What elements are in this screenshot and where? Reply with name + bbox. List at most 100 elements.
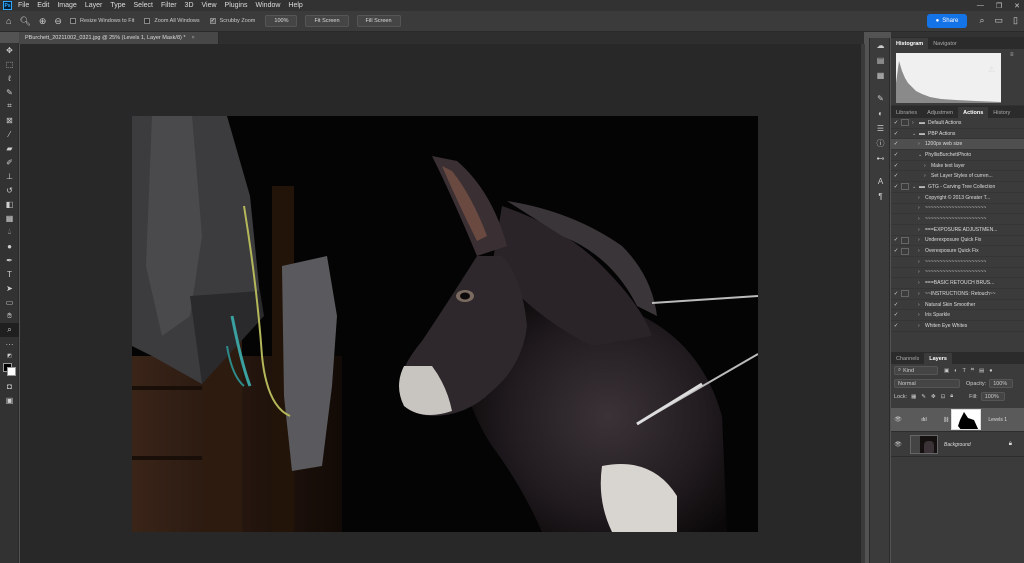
action-row[interactable]: ✓ › Underexposure Quick Fix — [891, 236, 1024, 247]
home-icon[interactable]: ⌂ — [6, 16, 11, 26]
scrubby-zoom-checkbox[interactable]: ✓ Scrubby Zoom — [209, 18, 255, 24]
action-row[interactable]: ✓ › ~~INSTRUCTIONS: Retouch~~ — [891, 289, 1024, 300]
menu-help[interactable]: Help — [288, 2, 302, 9]
dialog-toggle[interactable] — [901, 119, 909, 127]
share-button[interactable]: ● Share — [927, 14, 967, 28]
expand-toggle-icon[interactable]: › — [918, 280, 925, 286]
dialog-toggle[interactable] — [901, 290, 909, 298]
grid-icon[interactable]: ▦ — [870, 68, 891, 83]
expand-toggle-icon[interactable]: › — [918, 312, 925, 318]
brush-presets-icon[interactable]: ✎ — [870, 91, 891, 106]
zoom-all-windows-checkbox[interactable]: Zoom All Windows — [144, 18, 200, 24]
minimize-icon[interactable]: — — [977, 2, 984, 9]
info-icon[interactable]: ⓘ — [870, 136, 891, 151]
tab-layers[interactable]: Layers — [924, 353, 952, 364]
tab-navigator[interactable]: Navigator — [928, 38, 962, 49]
action-row[interactable]: › ~~~~~~~~~~~~~~~~~~~~~ — [891, 268, 1024, 279]
zoom-tool-icon[interactable]: ⌕ — [0, 323, 19, 337]
action-row[interactable]: ✓ › Overexposure Quick Fix — [891, 246, 1024, 257]
path-select-tool-icon[interactable]: ➤ — [0, 281, 19, 295]
zoom-tool-preset-icon[interactable]: 🔍︎ — [19, 16, 30, 27]
action-check[interactable]: ✓ — [891, 131, 901, 137]
opacity-field[interactable]: 100% — [989, 379, 1014, 388]
lock-artboard-icon[interactable]: ⊡ — [941, 394, 946, 400]
document-image[interactable] — [132, 116, 758, 532]
action-check[interactable]: ✓ — [891, 141, 901, 147]
dialog-toggle[interactable] — [901, 216, 909, 223]
dialog-toggle[interactable] — [901, 205, 909, 212]
filter-toggle-icon[interactable]: ● — [989, 368, 992, 374]
dialog-toggle[interactable] — [901, 280, 909, 287]
menu-edit[interactable]: Edit — [37, 2, 49, 9]
expand-toggle-icon[interactable]: › — [918, 291, 925, 297]
marquee-tool-icon[interactable]: ⬚ — [0, 57, 19, 71]
expand-toggle-icon[interactable]: › — [912, 120, 919, 126]
action-check[interactable]: ✓ — [891, 184, 901, 190]
action-check[interactable]: ✓ — [891, 302, 901, 308]
resize-windows-checkbox[interactable]: Resize Windows to Fit — [69, 18, 134, 24]
close-tab-icon[interactable]: × — [192, 35, 195, 41]
fit-screen-button[interactable]: Fit Screen — [305, 15, 349, 27]
dialog-toggle[interactable] — [901, 183, 909, 191]
shape-tool-icon[interactable]: ▭ — [0, 295, 19, 309]
adjustments-icon[interactable]: ◐ — [870, 106, 891, 121]
tab-histogram[interactable]: Histogram — [891, 38, 929, 49]
document-tab[interactable]: PBurchett_20211002_0321.jpg @ 25% (Level… — [19, 32, 219, 44]
action-row[interactable]: › ===BASIC RETOUCH BRUS... — [891, 278, 1024, 289]
dialog-toggle[interactable] — [901, 151, 909, 158]
expand-toggle-icon[interactable]: › — [918, 302, 925, 308]
dialog-toggle[interactable] — [901, 269, 909, 276]
expand-toggle-icon[interactable]: ⌄ — [912, 184, 919, 190]
visibility-eye-icon[interactable]: 👁︎ — [891, 416, 905, 423]
action-row[interactable]: › ~~~~~~~~~~~~~~~~~~~~~ — [891, 257, 1024, 268]
lock-all-icon[interactable]: 🔒︎ — [950, 393, 953, 400]
menu-plugins[interactable]: Plugins — [225, 2, 248, 9]
search-icon[interactable]: ⌕ — [979, 15, 984, 26]
eyedropper-tool-icon[interactable]: ⁄ — [0, 127, 19, 141]
sliders-icon[interactable]: ☰ — [870, 121, 891, 136]
fill-field[interactable]: 100% — [980, 392, 1005, 401]
expand-toggle-icon[interactable]: ⌄ — [912, 131, 919, 137]
blend-mode-dropdown[interactable]: Normal — [894, 379, 960, 388]
character-icon[interactable]: A — [870, 174, 891, 189]
visibility-eye-icon[interactable]: 👁︎ — [891, 441, 905, 448]
expand-toggle-icon[interactable]: › — [924, 173, 931, 179]
close-icon[interactable]: ✕ — [1014, 2, 1020, 10]
dialog-toggle[interactable] — [901, 247, 909, 255]
zoom-100-button[interactable]: 100% — [265, 15, 298, 27]
expand-toggle-icon[interactable]: › — [918, 216, 925, 222]
more-tools-icon[interactable]: ··· — [0, 337, 19, 351]
dodge-tool-icon[interactable]: ● — [0, 239, 19, 253]
vertical-scrollbar[interactable] — [861, 44, 865, 563]
expand-toggle-icon[interactable]: › — [918, 237, 925, 243]
dialog-toggle[interactable] — [901, 312, 909, 319]
action-row[interactable]: ✓ › Make text layer — [891, 161, 1024, 172]
menu-image[interactable]: Image — [57, 2, 76, 9]
action-check[interactable]: ✓ — [891, 120, 901, 126]
dialog-toggle[interactable] — [901, 130, 909, 137]
warning-icon[interactable]: ⚠ — [988, 65, 995, 74]
dialog-toggle[interactable] — [901, 141, 909, 148]
default-colors-icon[interactable]: ◩ — [0, 351, 19, 361]
type-tool-icon[interactable]: T — [0, 267, 19, 281]
action-check[interactable]: ✓ — [891, 291, 901, 297]
lasso-tool-icon[interactable]: ℓ — [0, 71, 19, 85]
maximize-icon[interactable]: ❐ — [996, 2, 1002, 10]
menu-select[interactable]: Select — [134, 2, 153, 9]
hand-tool-icon[interactable]: ✋︎ — [0, 309, 19, 323]
expand-toggle-icon[interactable]: › — [918, 141, 925, 147]
frame-tool-icon[interactable]: ⊠ — [0, 113, 19, 127]
menu-filter[interactable]: Filter — [161, 2, 177, 9]
zoom-out-icon[interactable]: ⊖ — [54, 16, 62, 27]
action-row[interactable]: ✓ › 1200px web size — [891, 139, 1024, 151]
expand-toggle-icon[interactable]: › — [918, 323, 925, 329]
action-row[interactable]: ✓ › Whiten Eye Whites — [891, 321, 1024, 332]
expand-toggle-icon[interactable]: › — [918, 195, 925, 201]
tab-actions[interactable]: Actions — [958, 107, 989, 118]
menu-file[interactable]: File — [18, 2, 29, 9]
layer-mask-thumbnail[interactable] — [951, 409, 982, 430]
blur-tool-icon[interactable]: 💧︎ — [0, 225, 19, 239]
move-tool-icon[interactable]: ✥ — [0, 43, 19, 57]
tab-history[interactable]: History — [988, 107, 1015, 118]
panel-menu-icon[interactable]: ≡ — [1010, 52, 1014, 58]
